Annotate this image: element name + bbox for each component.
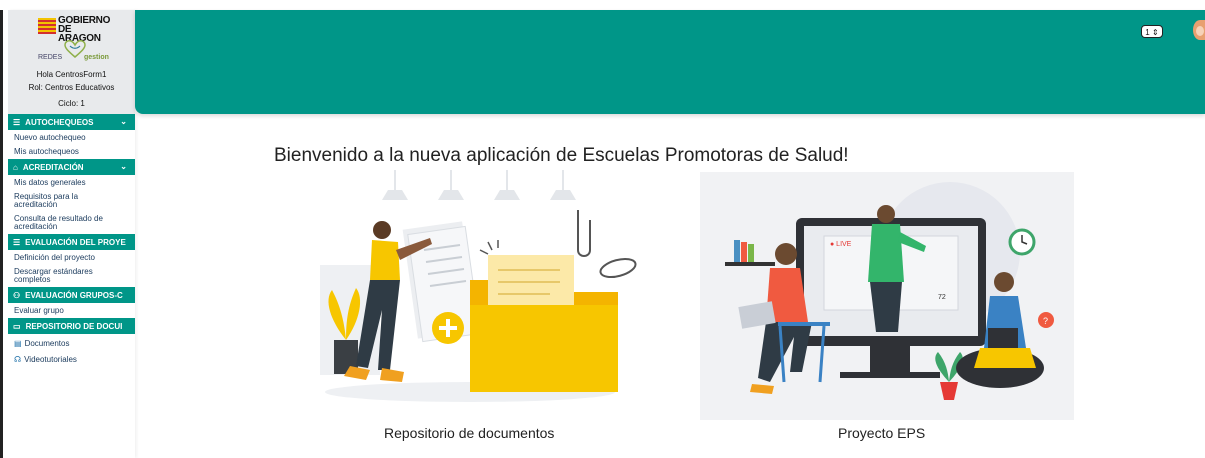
user-avatar[interactable] — [1193, 20, 1205, 40]
gestion-text: gestion — [84, 54, 109, 61]
redes-gestion-logo: REDES gestion — [36, 40, 109, 64]
document-folder-illustration — [320, 170, 637, 402]
section-repositorio[interactable]: ▭ REPOSITORIO DE DOCUI — [8, 318, 135, 335]
section-evaluacion-proyecto[interactable]: ☰ EVALUACIÓN DEL PROYE — [8, 234, 135, 251]
sidebar-item-nuevo-autochequeo[interactable]: Nuevo autochequeo — [8, 131, 135, 145]
cycle-label: Ciclo: 1 — [58, 99, 85, 108]
sidebar-item-mis-datos-generales[interactable]: Mis datos generales — [8, 176, 135, 190]
sidebar-item-requisitos[interactable]: Requisitos para la acreditación — [8, 190, 84, 212]
sidebar: GOBIERNO DE ARAGON REDES gestion Hola Ce… — [8, 10, 135, 458]
gobierno-aragon-logo: GOBIERNO DE ARAGON — [38, 16, 110, 44]
section-acreditacion[interactable]: ⌂ ACREDITACIÓN ⌄ — [8, 159, 135, 176]
heart-logo-icon — [64, 40, 86, 58]
top-bar — [135, 10, 1205, 114]
sidebar-item-videotutoriales[interactable]: ☊ Videotutoriales — [8, 351, 135, 367]
card-label-proyecto-eps[interactable]: Proyecto EPS — [838, 425, 925, 441]
sidebar-item-consulta-resultado[interactable]: Consulta de resultado de acreditación — [8, 212, 109, 234]
window-edge — [0, 10, 3, 458]
sidebar-item-mis-autochequeos[interactable]: Mis autochequeos — [8, 145, 135, 159]
section-label: ACREDITACIÓN — [22, 162, 84, 172]
section-label: EVALUACIÓN GRUPOS-C — [25, 290, 123, 300]
section-evaluacion-grupos[interactable]: ⚇ EVALUACIÓN GRUPOS-C — [8, 287, 135, 304]
list-icon: ☰ — [13, 237, 21, 247]
user-role: Rol: Centros Educativos — [28, 83, 115, 92]
updown-icon: ⇕ — [1151, 28, 1159, 37]
welcome-title: Bienvenido a la nueva aplicación de Escu… — [274, 145, 849, 166]
sidebar-item-documentos[interactable]: ▤ Documentos — [8, 335, 135, 351]
folder-icon: ▭ — [13, 321, 21, 331]
group-icon: ⚇ — [13, 290, 21, 300]
sidebar-item-descargar-estandares[interactable]: Descargar estándares completos — [8, 265, 109, 287]
document-icon: ▤ — [14, 339, 22, 348]
sidebar-item-evaluar-grupo[interactable]: Evaluar grupo — [8, 304, 135, 318]
sidebar-header: GOBIERNO DE ARAGON REDES gestion Hola Ce… — [8, 10, 135, 114]
chevron-down-icon[interactable]: ⌄ — [120, 117, 127, 126]
section-label: EVALUACIÓN DEL PROYE — [25, 237, 126, 247]
section-label: REPOSITORIO DE DOCUI — [25, 321, 123, 331]
redes-text: REDES — [38, 54, 63, 61]
list-icon: ☰ — [13, 117, 21, 127]
online-meeting-illustration: ● LIVE 72 ? — [725, 182, 1054, 400]
sidebar-item-definicion-proyecto[interactable]: Definición del proyecto — [8, 251, 135, 265]
cycle-selector[interactable]: 1 ⇕ — [1141, 25, 1163, 38]
section-label: AUTOCHEQUEOS — [25, 117, 94, 127]
aragon-flag-icon — [38, 18, 56, 34]
chevron-down-icon[interactable]: ⌄ — [120, 162, 127, 171]
badge-icon: ⌂ — [13, 162, 18, 172]
card-proyecto-eps[interactable]: ● LIVE 72 ? — [700, 172, 1074, 420]
svg-text:● LIVE: ● LIVE — [830, 241, 852, 248]
svg-text:?: ? — [1043, 316, 1048, 326]
section-autochequeos[interactable]: ☰ AUTOCHEQUEOS ⌄ — [8, 114, 135, 131]
svg-text:72: 72 — [938, 294, 946, 301]
card-repositorio[interactable] — [320, 170, 640, 405]
greeting: Hola CentrosForm1 — [36, 70, 107, 79]
headphones-icon: ☊ — [14, 355, 22, 364]
card-label-repositorio[interactable]: Repositorio de documentos — [384, 425, 554, 441]
